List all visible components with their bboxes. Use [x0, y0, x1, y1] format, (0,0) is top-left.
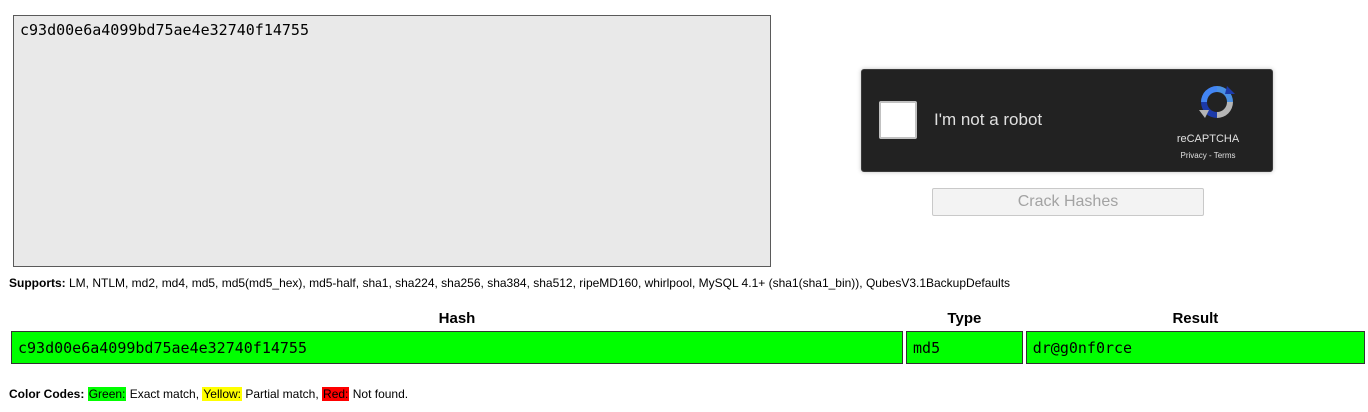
recaptcha-checkbox[interactable]: [879, 101, 917, 139]
green-swatch: Green:: [87, 387, 127, 401]
table-row: c93d00e6a4099bd75ae4e32740f14755 md5 dr@…: [11, 331, 1365, 364]
recaptcha-privacy-terms-links[interactable]: Privacy - Terms: [1158, 151, 1258, 160]
header-result: Result: [1172, 309, 1219, 327]
cell-result: dr@g0nf0rce: [1025, 331, 1365, 364]
recaptcha-brand: reCAPTCHA: [1176, 133, 1240, 145]
green-desc: Exact match,: [126, 387, 203, 401]
cell-type: md5: [906, 331, 1023, 364]
yellow-swatch: Yellow:: [202, 387, 242, 401]
recaptcha-widget: I'm not a robot reCAPTCHA Privacy - Term…: [861, 69, 1273, 172]
header-hash: Hash: [438, 309, 476, 327]
color-codes-legend: Color Codes: Green: Exact match, Yellow:…: [9, 387, 408, 401]
hash-cracker-page: c93d00e6a4099bd75ae4e32740f14755 I'm not…: [0, 0, 1368, 412]
supports-label: Supports:: [9, 276, 66, 290]
red-swatch: Red:: [322, 387, 350, 401]
crack-hashes-button[interactable]: Crack Hashes: [932, 188, 1204, 216]
supports-line: Supports: LM, NTLM, md2, md4, md5, md5(m…: [9, 276, 1010, 290]
recaptcha-label: I'm not a robot: [934, 110, 1043, 129]
recaptcha-logo-icon: [1199, 86, 1235, 118]
header-type: Type: [947, 309, 982, 327]
results-table: Hash Type Result c93d00e6a4099bd75ae4e32…: [8, 305, 1368, 366]
cell-hash: c93d00e6a4099bd75ae4e32740f14755: [11, 331, 904, 364]
supports-list: LM, NTLM, md2, md4, md5, md5(md5_hex), m…: [65, 276, 1011, 290]
red-desc: Not found.: [349, 387, 409, 401]
results-header-row: Hash Type Result: [11, 307, 1365, 329]
yellow-desc: Partial match,: [242, 387, 323, 401]
color-codes-label: Color Codes:: [9, 387, 85, 401]
hash-textarea[interactable]: c93d00e6a4099bd75ae4e32740f14755: [13, 15, 771, 267]
